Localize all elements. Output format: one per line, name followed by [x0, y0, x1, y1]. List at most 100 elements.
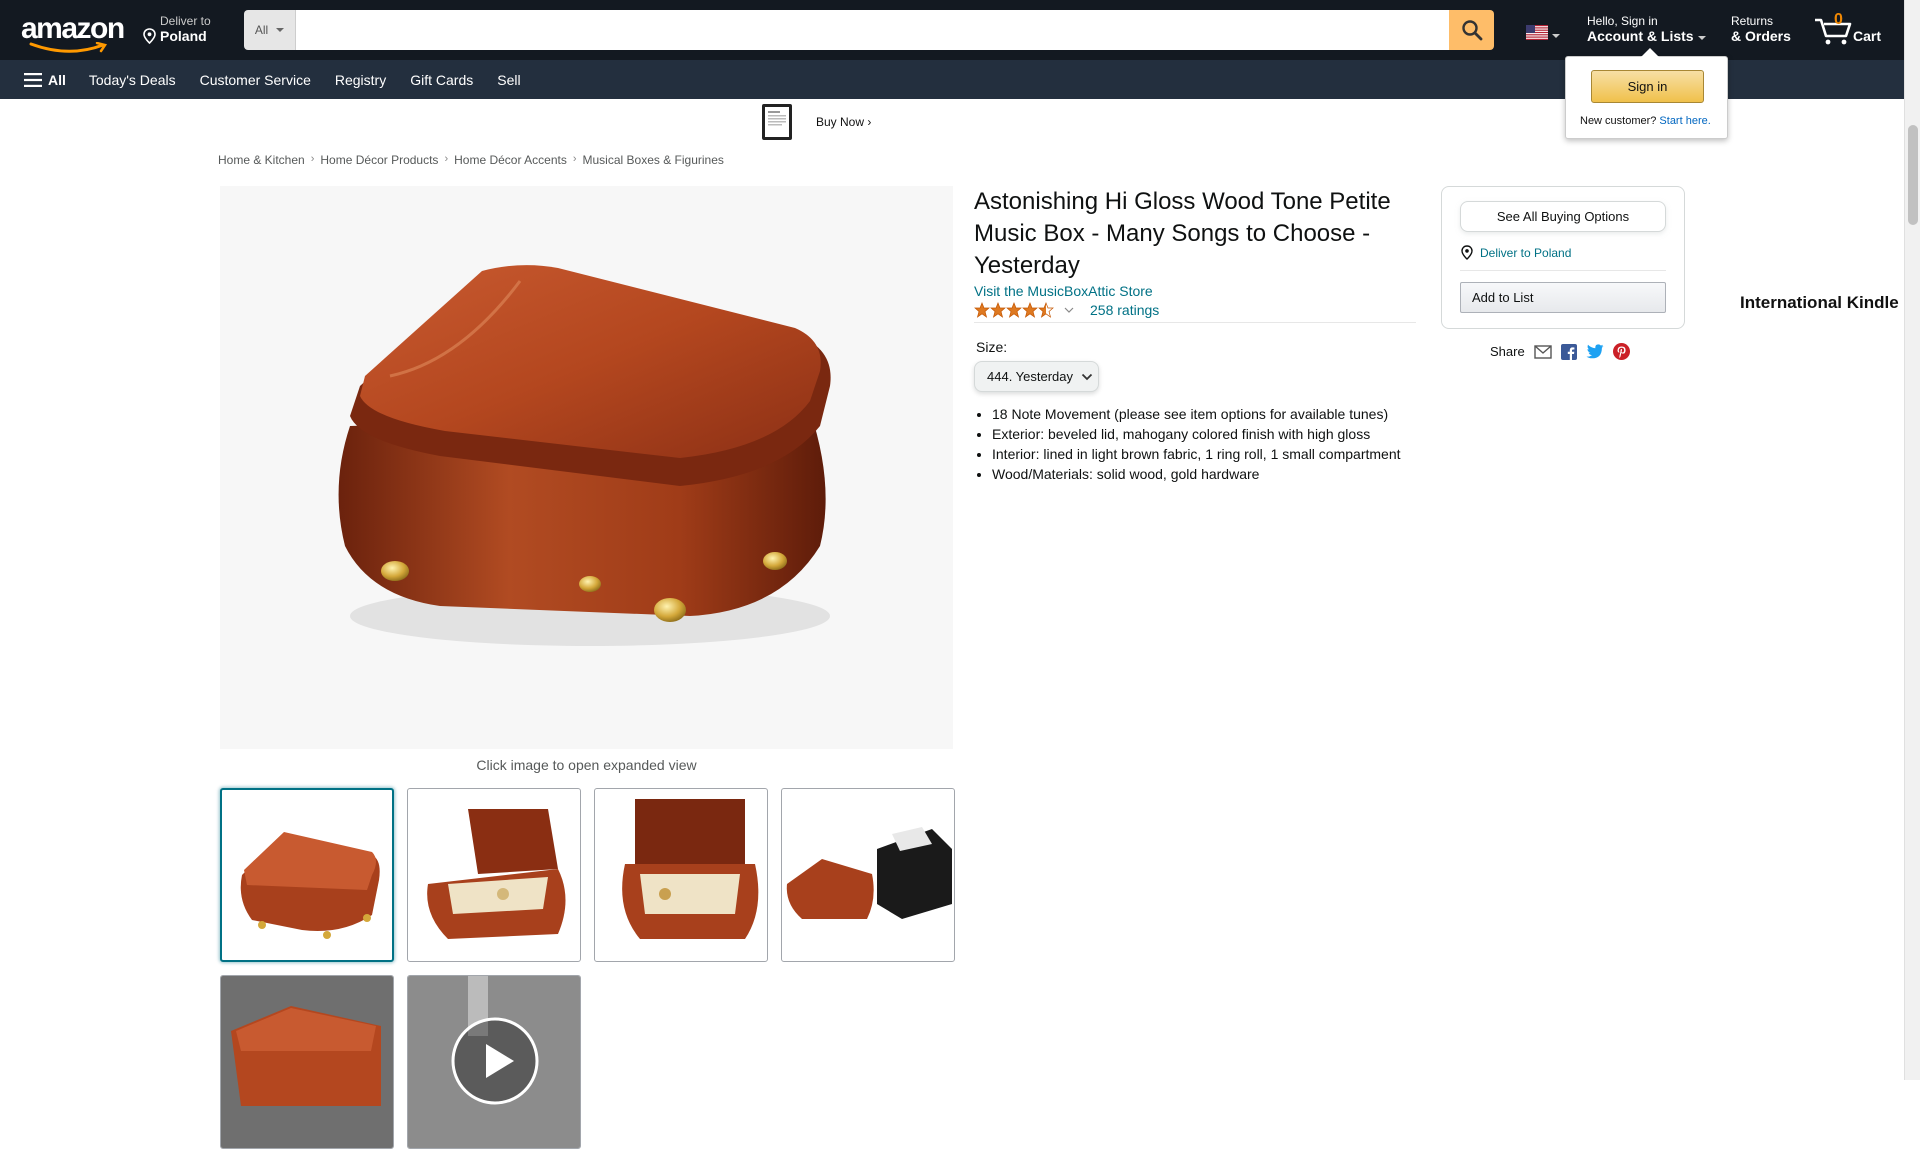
pinterest-icon[interactable] — [1612, 343, 1630, 360]
new-customer-label: New customer? — [1580, 115, 1657, 127]
rating-summary[interactable]: 258 ratings — [974, 302, 1159, 318]
cart-icon — [1815, 18, 1852, 45]
logo-text: amazon — [21, 12, 125, 45]
search-input[interactable] — [296, 10, 1449, 50]
flyout-arrow — [1641, 48, 1659, 57]
chevron-down-icon — [276, 28, 285, 32]
add-to-list-button[interactable]: Add to List — [1460, 282, 1666, 313]
smile-arrow-icon — [29, 42, 108, 53]
nav-todays-deals[interactable]: Today's Deals — [89, 72, 176, 88]
breadcrumb: Home & Kitchen › Home Décor Products › H… — [218, 153, 724, 167]
store-link[interactable]: Visit the MusicBoxAttic Store — [974, 283, 1153, 299]
start-here-link[interactable]: Start here. — [1659, 115, 1710, 127]
breadcrumb-home-decor-accents[interactable]: Home Décor Accents — [454, 153, 567, 167]
search-button[interactable] — [1449, 10, 1494, 50]
scrollbar-thumb[interactable] — [1908, 125, 1918, 225]
location-pin-icon — [1461, 245, 1473, 260]
language-selector[interactable] — [1526, 25, 1560, 40]
breadcrumb-musical-boxes[interactable]: Musical Boxes & Figurines — [583, 153, 724, 167]
orders-label: & Orders — [1731, 28, 1791, 44]
cart-label: Cart — [1853, 28, 1882, 44]
feature-bullet: Interior: lined in light brown fabric, 1… — [992, 444, 1414, 464]
page-scrollbar[interactable] — [1904, 0, 1920, 1080]
divider — [1460, 270, 1666, 271]
size-selected-value: 444. Yesterday — [987, 369, 1074, 384]
thumbnail-image — [622, 799, 759, 939]
thumbnail-image — [221, 976, 393, 1148]
amazon-logo[interactable]: amazon — [21, 12, 125, 53]
search-category-label: All — [254, 23, 269, 37]
deliver-country: Poland — [160, 28, 207, 44]
returns-label: Returns — [1731, 14, 1774, 28]
all-menu-label: All — [48, 71, 66, 88]
main-product-image[interactable] — [220, 186, 953, 749]
play-icon — [451, 1017, 539, 1105]
twitter-icon[interactable] — [1586, 344, 1604, 359]
feature-bullet: 18 Note Movement (please see item option… — [992, 404, 1414, 424]
video-thumbnail[interactable] — [407, 975, 581, 1149]
see-all-buying-options-button[interactable]: See All Buying Options — [1460, 201, 1666, 232]
nav-registry[interactable]: Registry — [335, 72, 386, 88]
account-label: Account & Lists — [1587, 28, 1694, 44]
breadcrumb-home-decor-products[interactable]: Home Décor Products — [320, 153, 438, 167]
new-customer-text: New customer? Start here. — [1580, 115, 1711, 127]
hamburger-menu-icon — [24, 72, 42, 87]
music-box-image — [338, 265, 831, 646]
size-label: Size: — [976, 339, 1008, 355]
expand-view-hint: Click image to open expanded view — [476, 757, 697, 773]
chevron-down-icon — [1697, 36, 1706, 40]
banner-buy-now[interactable]: Buy Now › — [816, 115, 871, 129]
thumbnail-5[interactable] — [220, 975, 394, 1149]
feature-bullet: Exterior: beveled lid, mahogany colored … — [992, 424, 1414, 444]
chevron-down-icon — [1552, 33, 1560, 38]
breadcrumb-home-kitchen[interactable]: Home & Kitchen — [218, 153, 305, 167]
signin-flyout: Sign in New customer? Start here. — [1565, 48, 1728, 139]
breadcrumb-separator: › — [310, 153, 315, 165]
thumbnail-1[interactable] — [220, 788, 394, 962]
cart-link[interactable]: 0 Cart — [1813, 11, 1883, 48]
thumbnail-2[interactable] — [407, 788, 581, 962]
feature-bullets: 18 Note Movement (please see item option… — [974, 404, 1414, 484]
share-label: Share — [1490, 344, 1525, 359]
deliver-label: Deliver to — [160, 14, 211, 28]
all-menu-button[interactable]: All — [24, 72, 66, 88]
breadcrumb-separator: › — [444, 153, 449, 165]
search-category-dropdown[interactable]: All — [244, 10, 296, 50]
nav-gift-cards[interactable]: Gift Cards — [410, 72, 473, 88]
top-navbar: amazon Deliver to Poland All Hello, Sign… — [0, 0, 1904, 60]
kindle-promo-banner[interactable]: International Kindle Paperwhite Buy Now … — [760, 101, 1920, 312]
deliver-to-link[interactable]: Deliver to Poland — [1460, 245, 1571, 260]
star-rating-icon — [974, 302, 1054, 318]
deliver-to-widget[interactable]: Deliver to Poland — [142, 14, 211, 44]
cart-count: 0 — [1834, 11, 1843, 28]
thumbnail-4[interactable] — [781, 788, 955, 962]
breadcrumb-separator: › — [572, 153, 577, 165]
search-bar: All — [244, 10, 1494, 50]
thumbnail-3[interactable] — [594, 788, 768, 962]
thumbnail-image — [240, 832, 380, 939]
ratings-count-link[interactable]: 258 ratings — [1090, 302, 1159, 318]
feature-bullet: Wood/Materials: solid wood, gold hardwar… — [992, 464, 1414, 484]
search-icon — [1461, 20, 1482, 41]
product-title: Astonishing Hi Gloss Wood Tone Petite Mu… — [974, 188, 1391, 279]
divider — [974, 322, 1416, 323]
banner-title: International Kindle Paperwhite — [1740, 293, 1920, 312]
facebook-icon[interactable] — [1560, 343, 1577, 360]
email-icon[interactable] — [1534, 344, 1552, 359]
location-pin-icon — [143, 28, 156, 44]
chevron-down-icon[interactable] — [1064, 306, 1074, 314]
share-row: Share — [1490, 343, 1630, 360]
nav-sell[interactable]: Sell — [497, 72, 520, 88]
thumbnail-image — [427, 809, 566, 939]
signin-button[interactable]: Sign in — [1591, 70, 1704, 103]
nav-customer-service[interactable]: Customer Service — [200, 72, 311, 88]
size-dropdown[interactable]: 444. Yesterday — [974, 361, 1099, 392]
deliver-to-text: Deliver to Poland — [1480, 245, 1572, 260]
account-greeting: Hello, Sign in — [1587, 14, 1658, 28]
us-flag-icon — [1526, 25, 1548, 40]
returns-orders-link[interactable]: Returns & Orders — [1731, 14, 1791, 44]
kindle-device-icon — [762, 104, 792, 140]
buy-box: See All Buying Options Deliver to Poland… — [1441, 186, 1685, 329]
chevron-down-icon — [1081, 373, 1093, 380]
account-lists-menu[interactable]: Hello, Sign in Account & Lists — [1587, 14, 1706, 44]
